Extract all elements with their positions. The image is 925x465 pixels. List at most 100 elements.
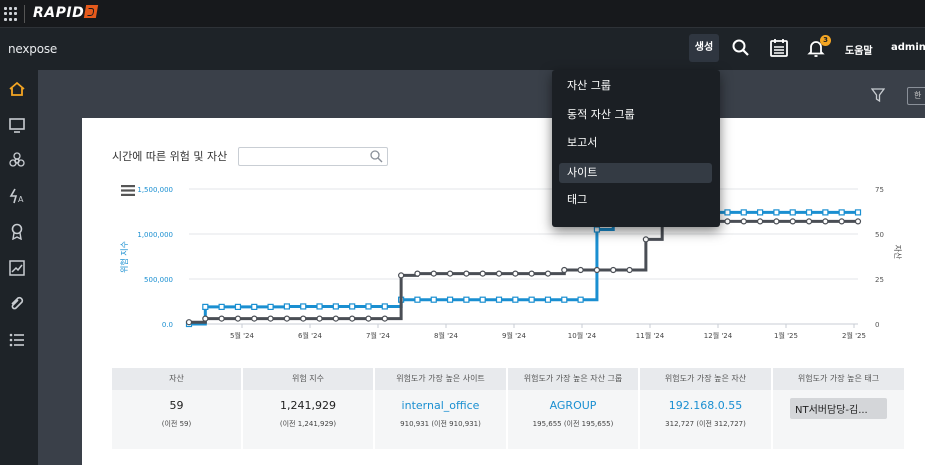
chart-menu-icon[interactable] — [121, 185, 135, 196]
assets-point — [414, 270, 421, 277]
risk-point — [593, 226, 601, 233]
stats-header: 위험도가 가장 높은 자산 그룹 — [508, 368, 638, 390]
stats-cell: 59 (이전 59) — [112, 390, 241, 449]
stats-value[interactable]: AGROUP — [508, 399, 638, 412]
stats-header: 위험도가 가장 높은 사이트 — [375, 368, 506, 390]
risk-point — [316, 303, 323, 310]
assets-point — [610, 266, 617, 274]
tag-link-icon[interactable] — [8, 294, 26, 312]
assets-point — [822, 218, 829, 225]
y-axis-label: 위험 지수 — [120, 241, 129, 273]
risk-point — [838, 209, 845, 216]
notification-badge: 3 — [820, 35, 831, 46]
stats-previous: (이전 59) — [161, 420, 192, 428]
assets-point — [283, 315, 291, 322]
risk-point — [414, 296, 421, 303]
dropdown-item[interactable]: 동적 자산 그룹 — [559, 105, 712, 125]
y2-tick-label: 75 — [875, 186, 884, 194]
assets-point — [202, 315, 209, 322]
assets-point — [854, 218, 862, 225]
assets-point — [300, 315, 307, 322]
assets-point — [381, 315, 388, 322]
rapid7-logo: RAPID — [33, 5, 99, 21]
x-tick-label: 12월 '24 — [704, 331, 733, 340]
assets-point — [365, 315, 372, 322]
risk-point — [446, 296, 454, 303]
assets-point — [185, 319, 193, 326]
assets-point — [332, 315, 339, 322]
risk-point — [740, 209, 747, 216]
remediation-icon[interactable]: A — [8, 187, 26, 205]
dropdown-item[interactable]: 사이트 — [559, 163, 712, 183]
risk-assets-line-chart: 0.0 500,000 1,000,000 1,500,000 0 25 50 75 5월 '2… — [120, 186, 903, 340]
biohazard-icon[interactable] — [8, 151, 26, 169]
assets-point — [316, 315, 323, 322]
risk-point — [805, 209, 813, 216]
stats-header: 위험 지수 — [243, 368, 373, 390]
create-button[interactable]: 생성 — [689, 34, 719, 62]
create-dropdown-menu: 자산 그룹동적 자산 그룹보고서사이트태그 — [552, 70, 720, 227]
sidebar: A — [0, 70, 38, 465]
list-icon[interactable] — [8, 331, 26, 349]
stats-value[interactable]: internal_office — [375, 399, 506, 412]
risk-point — [365, 303, 372, 310]
search-input[interactable] — [238, 147, 388, 166]
risk-point — [430, 296, 437, 303]
risk-point — [349, 303, 356, 310]
stats-cell: internal_office 910,931 (이전 910,931) — [375, 390, 506, 449]
card-title: 시간에 따른 위험 및 자산 — [112, 150, 228, 163]
assets-point — [544, 270, 552, 277]
assets-point — [642, 236, 649, 243]
y2-tick-label: 25 — [875, 276, 884, 284]
dropdown-item[interactable]: 보고서 — [559, 133, 712, 153]
x-tick-label: 2월 '25 — [842, 331, 866, 340]
risk-point — [267, 303, 274, 310]
x-tick-label: 10월 '24 — [568, 331, 597, 340]
risk-point — [251, 303, 258, 310]
risk-point — [789, 209, 796, 216]
stats-cell: NT서버담당-김... — [773, 390, 904, 449]
assets-point — [267, 315, 274, 322]
risk-point — [300, 303, 307, 310]
risk-point — [234, 303, 242, 310]
product-name[interactable]: nexpose — [8, 42, 57, 56]
stats-value: 1,241,929 — [280, 399, 336, 412]
filter-icon[interactable] — [871, 88, 885, 102]
risk-point — [218, 303, 225, 310]
x-tick-label: 11월 '24 — [636, 331, 665, 340]
assets-point — [251, 315, 258, 322]
calendar-icon[interactable] — [769, 38, 789, 58]
help-link[interactable]: 도움말 — [845, 42, 873, 57]
risk-point — [463, 296, 470, 303]
top-risk-tag-chip[interactable]: NT서버담당-김... — [790, 398, 887, 419]
x-tick-label: 5월 '24 — [230, 331, 254, 340]
risk-point — [544, 296, 552, 303]
risk-point — [381, 303, 388, 310]
summary-stats-table: 자산 59 (이전 59) 위험 지수 1,241,929 (이전 1,241,929) 위… — [112, 368, 911, 449]
assets-point — [398, 272, 405, 279]
assets-point — [561, 266, 568, 274]
app-grid-icon[interactable] — [4, 7, 18, 21]
assets-point — [512, 270, 519, 277]
risk-point — [495, 296, 503, 303]
risk-point — [822, 209, 829, 216]
toolbar-select[interactable]: 한 — [907, 87, 925, 105]
dropdown-item[interactable]: 태그 — [559, 190, 712, 210]
reports-chart-icon[interactable] — [8, 259, 26, 277]
x-tick-label: 7월 '24 — [366, 331, 390, 340]
monitor-icon[interactable] — [8, 116, 26, 134]
y2-tick-label: 50 — [875, 231, 884, 239]
search-icon[interactable] — [369, 149, 383, 163]
stats-value[interactable]: 192.168.0.55 — [640, 399, 771, 412]
assets-point — [626, 266, 633, 274]
risk-point — [756, 209, 764, 216]
user-menu[interactable]: admin — [891, 42, 925, 53]
risk-point — [332, 303, 339, 310]
dropdown-item[interactable]: 자산 그룹 — [559, 76, 712, 96]
y2-axis-label: 자산 — [893, 245, 903, 260]
risk-point — [528, 296, 535, 303]
policy-badge-icon[interactable] — [8, 222, 26, 240]
assets-point — [430, 270, 437, 277]
search-icon[interactable] — [731, 38, 751, 58]
home-icon[interactable] — [8, 80, 26, 98]
